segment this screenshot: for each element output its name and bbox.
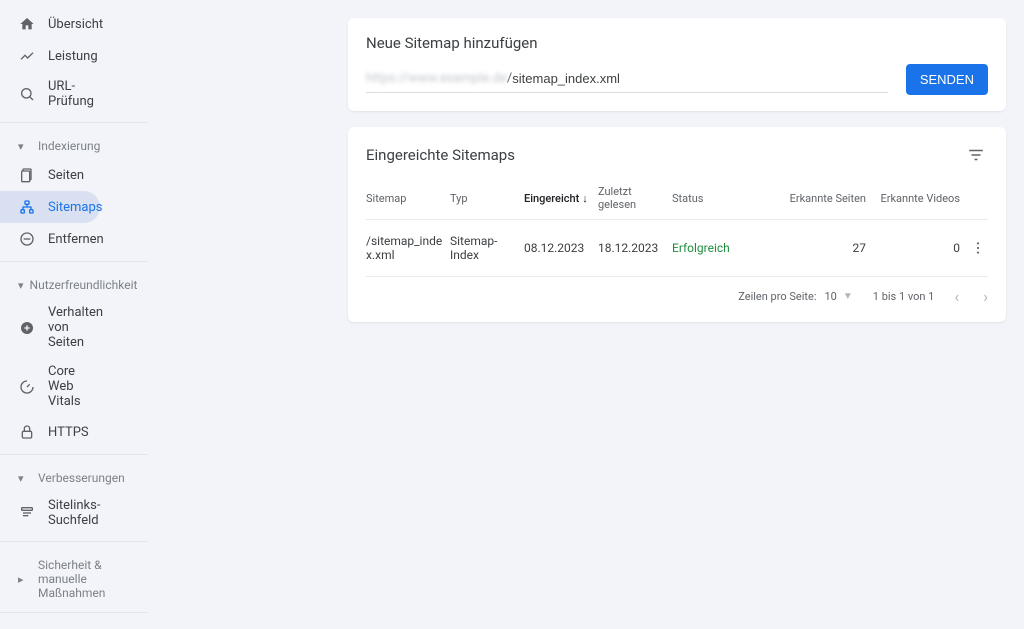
nav-label: Seiten	[48, 168, 84, 183]
nav-label: Entfernen	[48, 232, 104, 247]
sitemap-url-input[interactable]	[512, 67, 888, 90]
col-videos: Erkannte Videos	[870, 192, 960, 205]
cell-lastread: 18.12.2023	[598, 241, 668, 255]
submitted-title: Eingereichte Sitemaps	[366, 146, 515, 164]
nav-label: Sitemaps	[48, 200, 103, 215]
chevron-down-icon: ▾	[18, 140, 32, 153]
col-submitted[interactable]: Eingereicht ↓	[524, 192, 594, 205]
section-security[interactable]: ▸ Sicherheit & manuelle Maßnahmen	[0, 548, 148, 606]
sidebar: Übersicht Leistung URL-Prüfung ▾ Indexie…	[0, 0, 148, 629]
cell-submitted: 08.12.2023	[524, 241, 594, 255]
nav-label: HTTPS	[48, 425, 89, 440]
nav-label: Sitelinks-Suchfeld	[48, 498, 100, 528]
cell-videos: 0	[870, 241, 960, 255]
cell-sitemap: /sitemap_index.xml	[366, 234, 446, 262]
table-row[interactable]: /sitemap_index.xml Sitemap-Index 08.12.2…	[366, 220, 988, 277]
main-content: Neue Sitemap hinzufügen https://www.exam…	[148, 0, 1024, 629]
chevron-down-icon: ▾	[18, 472, 32, 485]
cell-status: Erfolgreich	[672, 241, 762, 255]
nav-overview[interactable]: Übersicht	[0, 8, 100, 40]
nav-label: Übersicht	[48, 17, 103, 32]
nav-url-check[interactable]: URL-Prüfung	[0, 72, 100, 116]
sitemap-url-input-wrap: https://www.example.de /	[366, 67, 888, 93]
section-ux[interactable]: ▾ Nutzerfreundlichkeit	[0, 268, 148, 298]
row-more-icon[interactable]	[968, 238, 988, 258]
nav-pages[interactable]: Seiten	[0, 159, 100, 191]
nav-sitelinks[interactable]: Sitelinks-Suchfeld	[0, 491, 100, 535]
remove-icon	[18, 230, 36, 248]
col-type: Typ	[450, 192, 520, 205]
sitemaps-icon	[18, 198, 36, 216]
add-sitemap-card: Neue Sitemap hinzufügen https://www.exam…	[348, 18, 1006, 111]
prev-page-icon[interactable]: ‹	[954, 287, 959, 306]
nav-sitemaps[interactable]: Sitemaps	[0, 191, 100, 223]
chevron-right-icon: ▸	[18, 573, 32, 586]
submitted-sitemaps-card: Eingereichte Sitemaps Sitemap Typ Einger…	[348, 127, 1006, 322]
table-header-row: Sitemap Typ Eingereicht ↓ Zuletzt gelese…	[366, 177, 988, 220]
section-label: Sicherheit & manuelle Maßnahmen	[38, 558, 136, 600]
nav-label: Verhalten von Seiten	[48, 305, 103, 350]
arrow-down-icon: ↓	[582, 192, 588, 205]
nav-cwv[interactable]: Core Web Vitals	[0, 357, 100, 416]
home-icon	[18, 15, 36, 33]
section-label: Verbesserungen	[38, 471, 136, 485]
url-prefix: https://www.example.de	[366, 71, 507, 86]
filter-icon[interactable]	[964, 143, 988, 167]
cell-type: Sitemap-Index	[450, 234, 520, 262]
submit-button[interactable]: SENDEN	[906, 64, 988, 95]
section-improve[interactable]: ▾ Verbesserungen	[0, 461, 148, 491]
next-page-icon[interactable]: ›	[983, 287, 988, 306]
sitelinks-icon	[18, 504, 36, 522]
col-pages: Erkannte Seiten	[766, 192, 866, 205]
chevron-down-icon: ▾	[18, 279, 24, 292]
rows-per-page-label: Zeilen pro Seite:	[738, 290, 816, 303]
section-label: Indexierung	[38, 139, 136, 153]
col-sitemap: Sitemap	[366, 192, 446, 205]
pager: Zeilen pro Seite: 10 ▼ 1 bis 1 von 1 ‹ ›	[366, 277, 988, 306]
add-sitemap-title: Neue Sitemap hinzufügen	[366, 34, 988, 52]
nav-label: URL-Prüfung	[48, 79, 94, 109]
nav-remove[interactable]: Entfernen	[0, 223, 100, 255]
section-indexing[interactable]: ▾ Indexierung	[0, 129, 148, 159]
section-label: Nutzerfreundlichkeit	[30, 278, 138, 292]
nav-label: Leistung	[48, 49, 98, 64]
cell-pages: 27	[766, 241, 866, 255]
nav-page-experience[interactable]: Verhalten von Seiten	[0, 298, 100, 357]
nav-https[interactable]: HTTPS	[0, 416, 100, 448]
plus-circle-icon	[18, 319, 36, 337]
section-legacy[interactable]: ▸ Vorherige Tools und Berichte	[0, 619, 148, 629]
nav-label: Core Web Vitals	[48, 364, 88, 409]
col-lastread: Zuletzt gelesen	[598, 185, 668, 211]
search-icon	[18, 85, 36, 103]
performance-icon	[18, 47, 36, 65]
pages-icon	[18, 166, 36, 184]
col-status: Status	[672, 192, 762, 205]
nav-performance[interactable]: Leistung	[0, 40, 100, 72]
chevron-down-icon: ▼	[843, 291, 853, 302]
page-range: 1 bis 1 von 1	[873, 290, 935, 303]
lock-icon	[18, 423, 36, 441]
rows-per-page-select[interactable]: 10 ▼	[825, 290, 853, 303]
speed-icon	[18, 378, 36, 396]
